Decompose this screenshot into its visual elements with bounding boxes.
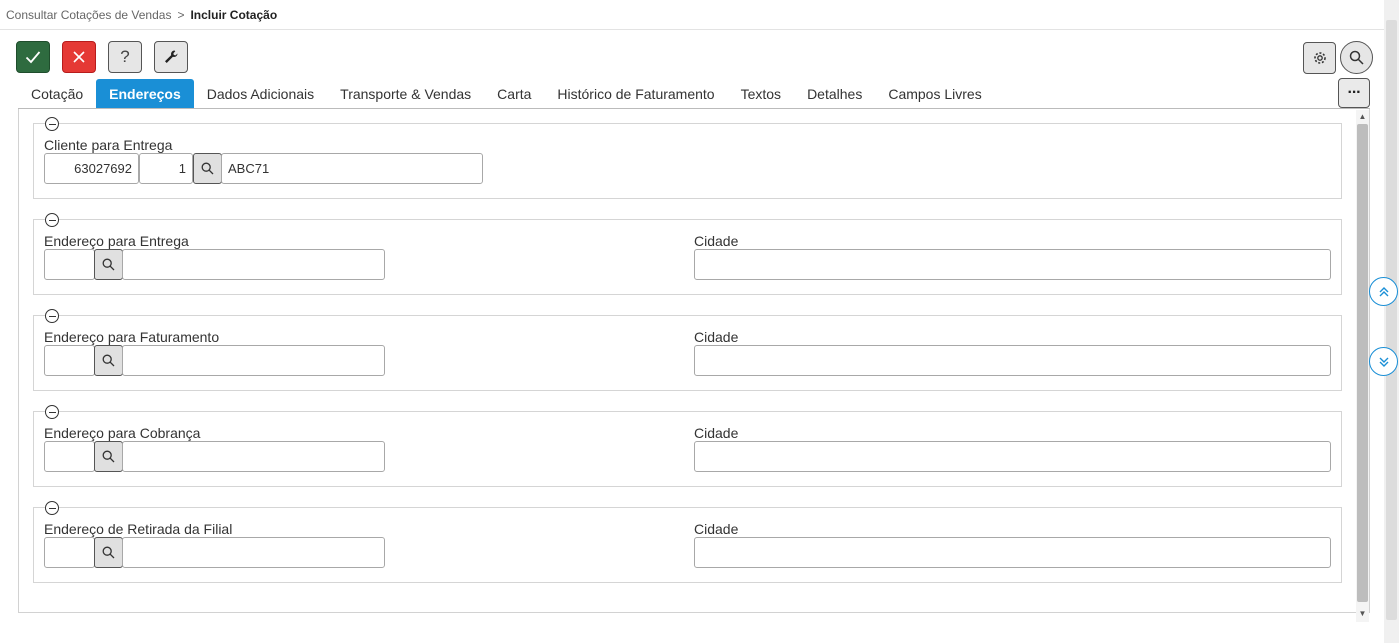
client-name-field[interactable]: ABC71	[221, 153, 483, 184]
tab-cotacao[interactable]: Cotação	[18, 79, 96, 108]
tab-transporte-vendas[interactable]: Transporte & Vendas	[327, 79, 484, 108]
pickup-address-code-field[interactable]	[44, 537, 95, 568]
pickup-city-label: Cidade	[694, 521, 739, 537]
breadcrumb-parent-link[interactable]: Consultar Cotações de Vendas	[6, 8, 171, 22]
confirm-button[interactable]	[16, 41, 50, 73]
pickup-address-search-button[interactable]	[94, 537, 123, 568]
scroll-to-bottom-button[interactable]	[1369, 347, 1398, 376]
collection-city-label: Cidade	[694, 425, 739, 441]
tab-enderecos[interactable]: Endereços	[96, 79, 194, 108]
tab-bar: Cotação Endereços Dados Adicionais Trans…	[18, 79, 995, 108]
collection-address-label: Endereço para Cobrança	[44, 425, 201, 441]
search-icon	[102, 354, 115, 367]
close-icon	[73, 51, 85, 63]
delivery-city-field[interactable]	[694, 249, 1331, 280]
delivery-address-label: Endereço para Entrega	[44, 233, 189, 249]
double-chevron-up-icon	[1379, 286, 1388, 296]
collection-address-code-field[interactable]	[44, 441, 95, 472]
more-icon: ···	[1347, 84, 1362, 101]
breadcrumb: Consultar Cotações de Vendas > Incluir C…	[6, 8, 277, 22]
toolbar: ?	[16, 41, 188, 73]
tab-dados-adicionais[interactable]: Dados Adicionais	[194, 79, 327, 108]
collapse-icon[interactable]	[45, 117, 59, 131]
tab-campos-livres[interactable]: Campos Livres	[875, 79, 994, 108]
double-chevron-down-icon	[1379, 357, 1388, 367]
client-code-field[interactable]: 63027692	[44, 153, 139, 184]
billing-address-search-button[interactable]	[94, 345, 123, 376]
collapse-icon[interactable]	[45, 213, 59, 227]
collection-city-field[interactable]	[694, 441, 1331, 472]
question-icon: ?	[120, 47, 130, 66]
delivery-address-code-field[interactable]	[44, 249, 95, 280]
billing-city-field[interactable]	[694, 345, 1331, 376]
tab-detalhes[interactable]: Detalhes	[794, 79, 875, 108]
pickup-city-field[interactable]	[694, 537, 1331, 568]
billing-address-code-field[interactable]	[44, 345, 95, 376]
gear-icon	[1313, 51, 1326, 64]
collection-address-desc-field[interactable]	[122, 441, 385, 472]
billing-address-label: Endereço para Faturamento	[44, 329, 220, 345]
billing-city-label: Cidade	[694, 329, 739, 345]
right-tools	[1303, 41, 1373, 74]
header-divider	[0, 29, 1384, 30]
check-icon	[25, 51, 41, 64]
scroll-up-arrow-icon[interactable]: ▲	[1357, 112, 1368, 121]
tab-historico-faturamento[interactable]: Histórico de Faturamento	[544, 79, 727, 108]
pickup-address-desc-field[interactable]	[122, 537, 385, 568]
cancel-button[interactable]	[62, 41, 96, 73]
breadcrumb-separator: >	[177, 8, 185, 22]
tab-textos[interactable]: Textos	[728, 79, 794, 108]
delivery-city-label: Cidade	[694, 233, 739, 249]
billing-address-desc-field[interactable]	[122, 345, 385, 376]
delivery-address-desc-field[interactable]	[122, 249, 385, 280]
help-button[interactable]: ?	[108, 41, 142, 73]
panel-scrollbar-thumb[interactable]	[1357, 124, 1368, 602]
scroll-to-top-button[interactable]	[1369, 277, 1398, 306]
collapse-icon[interactable]	[45, 405, 59, 419]
search-icon	[102, 258, 115, 271]
page-scrollbar-thumb[interactable]	[1386, 20, 1397, 620]
collection-address-search-button[interactable]	[94, 441, 123, 472]
search-icon	[1349, 50, 1364, 65]
collapse-icon[interactable]	[45, 309, 59, 323]
more-options-button[interactable]: ···	[1338, 78, 1370, 108]
global-search-button[interactable]	[1340, 41, 1373, 74]
pickup-address-label: Endereço de Retirada da Filial	[44, 521, 233, 537]
delivery-address-search-button[interactable]	[94, 249, 123, 280]
search-icon	[102, 546, 115, 559]
search-icon	[102, 450, 115, 463]
client-search-button[interactable]	[193, 153, 222, 184]
collapse-icon[interactable]	[45, 501, 59, 515]
client-seq-field[interactable]: 1	[139, 153, 193, 184]
client-label: Cliente para Entrega	[44, 137, 173, 153]
settings-button[interactable]	[1303, 41, 1336, 74]
search-icon	[201, 162, 214, 175]
breadcrumb-current: Incluir Cotação	[190, 8, 278, 22]
wrench-icon	[165, 50, 178, 63]
page: Consultar Cotações de Vendas > Incluir C…	[0, 0, 1399, 643]
tools-button[interactable]	[154, 41, 188, 73]
tab-carta[interactable]: Carta	[484, 79, 544, 108]
scroll-down-arrow-icon[interactable]: ▼	[1357, 609, 1368, 618]
